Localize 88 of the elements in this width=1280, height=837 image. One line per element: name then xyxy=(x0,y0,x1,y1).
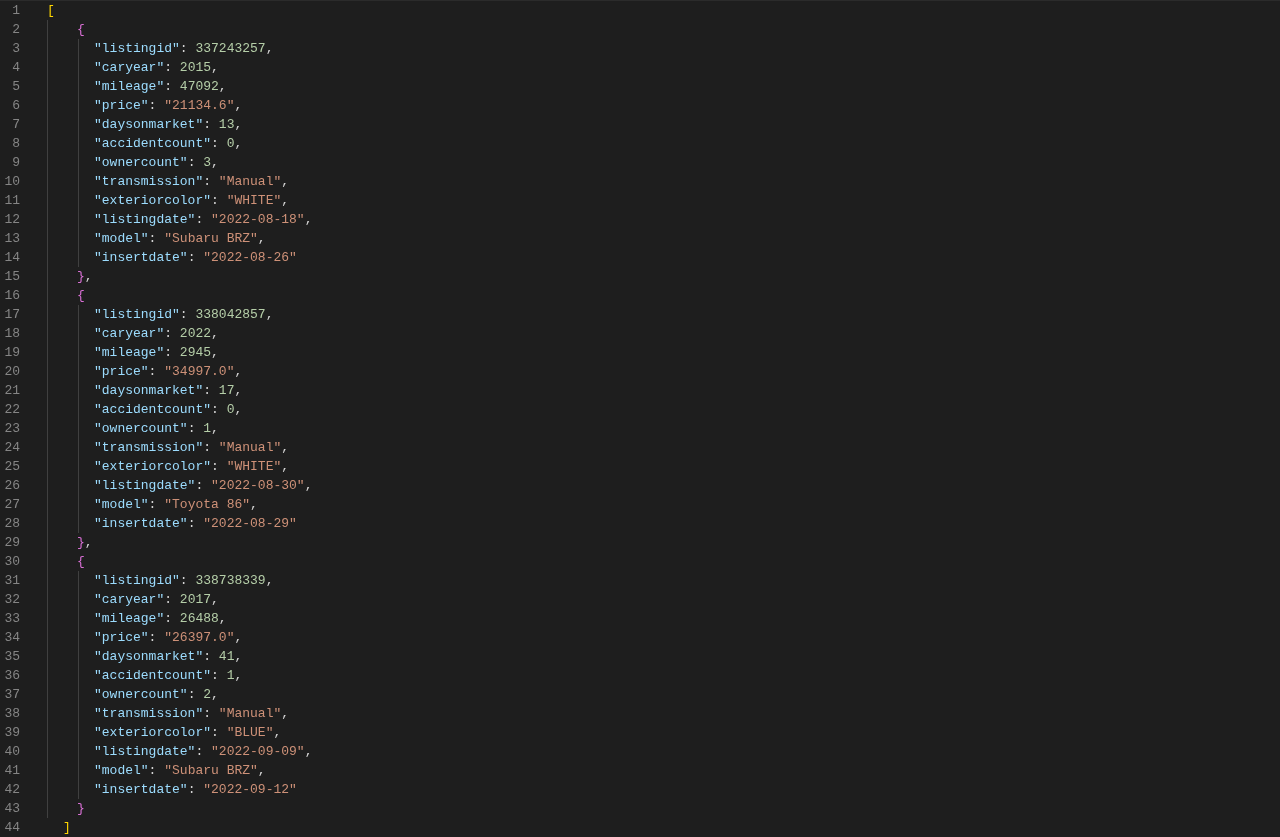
code-line: [ xyxy=(47,2,55,20)
code-line: "accidentcount": 0, xyxy=(94,135,243,153)
code-line: "insertdate": "2022-09-12" xyxy=(94,781,297,799)
code-line: { xyxy=(77,553,85,571)
code-line: "listingdate": "2022-08-30", xyxy=(94,477,313,495)
code-line: "exteriorcolor": "BLUE", xyxy=(94,724,282,742)
code-line: "listingid": 338738339, xyxy=(94,572,274,590)
code-line: "transmission": "Manual", xyxy=(94,705,290,723)
line-number: 41 xyxy=(4,762,20,780)
code-line: "caryear": 2022, xyxy=(94,325,219,343)
line-number: 34 xyxy=(4,629,20,647)
code-line: "exteriorcolor": "WHITE", xyxy=(94,458,290,476)
code-line: "mileage": 47092, xyxy=(94,78,227,96)
code-line: "mileage": 26488, xyxy=(94,610,227,628)
line-number: 20 xyxy=(4,363,20,381)
line-number: 6 xyxy=(12,97,20,115)
line-number: 43 xyxy=(4,800,20,818)
code-line: }, xyxy=(77,534,93,552)
line-number: 3 xyxy=(12,40,20,58)
line-number: 32 xyxy=(4,591,20,609)
line-number: 33 xyxy=(4,610,20,628)
code-line: "exteriorcolor": "WHITE", xyxy=(94,192,290,210)
code-line: } xyxy=(77,800,85,818)
line-number: 36 xyxy=(4,667,20,685)
code-line: { xyxy=(77,287,85,305)
code-line: "transmission": "Manual", xyxy=(94,173,290,191)
code-line: "listingdate": "2022-09-09", xyxy=(94,743,313,761)
line-number: 44 xyxy=(4,819,20,837)
line-number: 29 xyxy=(4,534,20,552)
code-line: "ownercount": 3, xyxy=(94,154,219,172)
code-line: ] xyxy=(62,819,71,837)
code-line: { xyxy=(77,21,85,39)
line-number: 12 xyxy=(4,211,20,229)
code-line: "ownercount": 1, xyxy=(94,420,219,438)
code-line: "accidentcount": 0, xyxy=(94,401,243,419)
line-number: 38 xyxy=(4,705,20,723)
line-number: 17 xyxy=(4,306,20,324)
line-number: 39 xyxy=(4,724,20,742)
code-line: "accidentcount": 1, xyxy=(94,667,243,685)
line-number: 2 xyxy=(12,21,20,39)
code-line: "daysonmarket": 17, xyxy=(94,382,243,400)
line-number: 10 xyxy=(4,173,20,191)
line-number: 14 xyxy=(4,249,20,267)
line-number: 37 xyxy=(4,686,20,704)
line-number: 11 xyxy=(4,192,20,210)
code-line: "insertdate": "2022-08-26" xyxy=(94,249,297,267)
line-number: 30 xyxy=(4,553,20,571)
code-line: "ownercount": 2, xyxy=(94,686,219,704)
line-number: 9 xyxy=(12,154,20,172)
line-number: 7 xyxy=(12,116,20,134)
code-line: "caryear": 2015, xyxy=(94,59,219,77)
code-line: "model": "Subaru BRZ", xyxy=(94,762,266,780)
line-number: 22 xyxy=(4,401,20,419)
code-line: "daysonmarket": 13, xyxy=(94,116,243,134)
code-line: "daysonmarket": 41, xyxy=(94,648,243,666)
line-number: 16 xyxy=(4,287,20,305)
line-number: 28 xyxy=(4,515,20,533)
code-line: "price": "21134.6", xyxy=(94,97,243,115)
line-number: 8 xyxy=(12,135,20,153)
line-number: 13 xyxy=(4,230,20,248)
code-line: "listingid": 337243257, xyxy=(94,40,274,58)
line-number: 24 xyxy=(4,439,20,457)
code-line: "listingid": 338042857, xyxy=(94,306,274,324)
code-line: "price": "34997.0", xyxy=(94,363,243,381)
code-line: }, xyxy=(77,268,93,286)
line-number: 15 xyxy=(4,268,20,286)
line-number: 40 xyxy=(4,743,20,761)
line-number: 42 xyxy=(4,781,20,799)
code-line: "listingdate": "2022-08-18", xyxy=(94,211,313,229)
line-number: 21 xyxy=(4,382,20,400)
line-number: 18 xyxy=(4,325,20,343)
code-line: "model": "Subaru BRZ", xyxy=(94,230,266,248)
code-line: "price": "26397.0", xyxy=(94,629,243,647)
code-line: "mileage": 2945, xyxy=(94,344,219,362)
line-number: 23 xyxy=(4,420,20,438)
line-number: 35 xyxy=(4,648,20,666)
line-number: 26 xyxy=(4,477,20,495)
line-number: 31 xyxy=(4,572,20,590)
line-number: 1 xyxy=(12,2,20,20)
line-number: 19 xyxy=(4,344,20,362)
code-line: "caryear": 2017, xyxy=(94,591,219,609)
line-number: 27 xyxy=(4,496,20,514)
line-number: 4 xyxy=(12,59,20,77)
line-number: 25 xyxy=(4,458,20,476)
line-number: 5 xyxy=(12,78,20,96)
code-line: "transmission": "Manual", xyxy=(94,439,290,457)
code-line: "model": "Toyota 86", xyxy=(94,496,258,514)
code-line: "insertdate": "2022-08-29" xyxy=(94,515,297,533)
